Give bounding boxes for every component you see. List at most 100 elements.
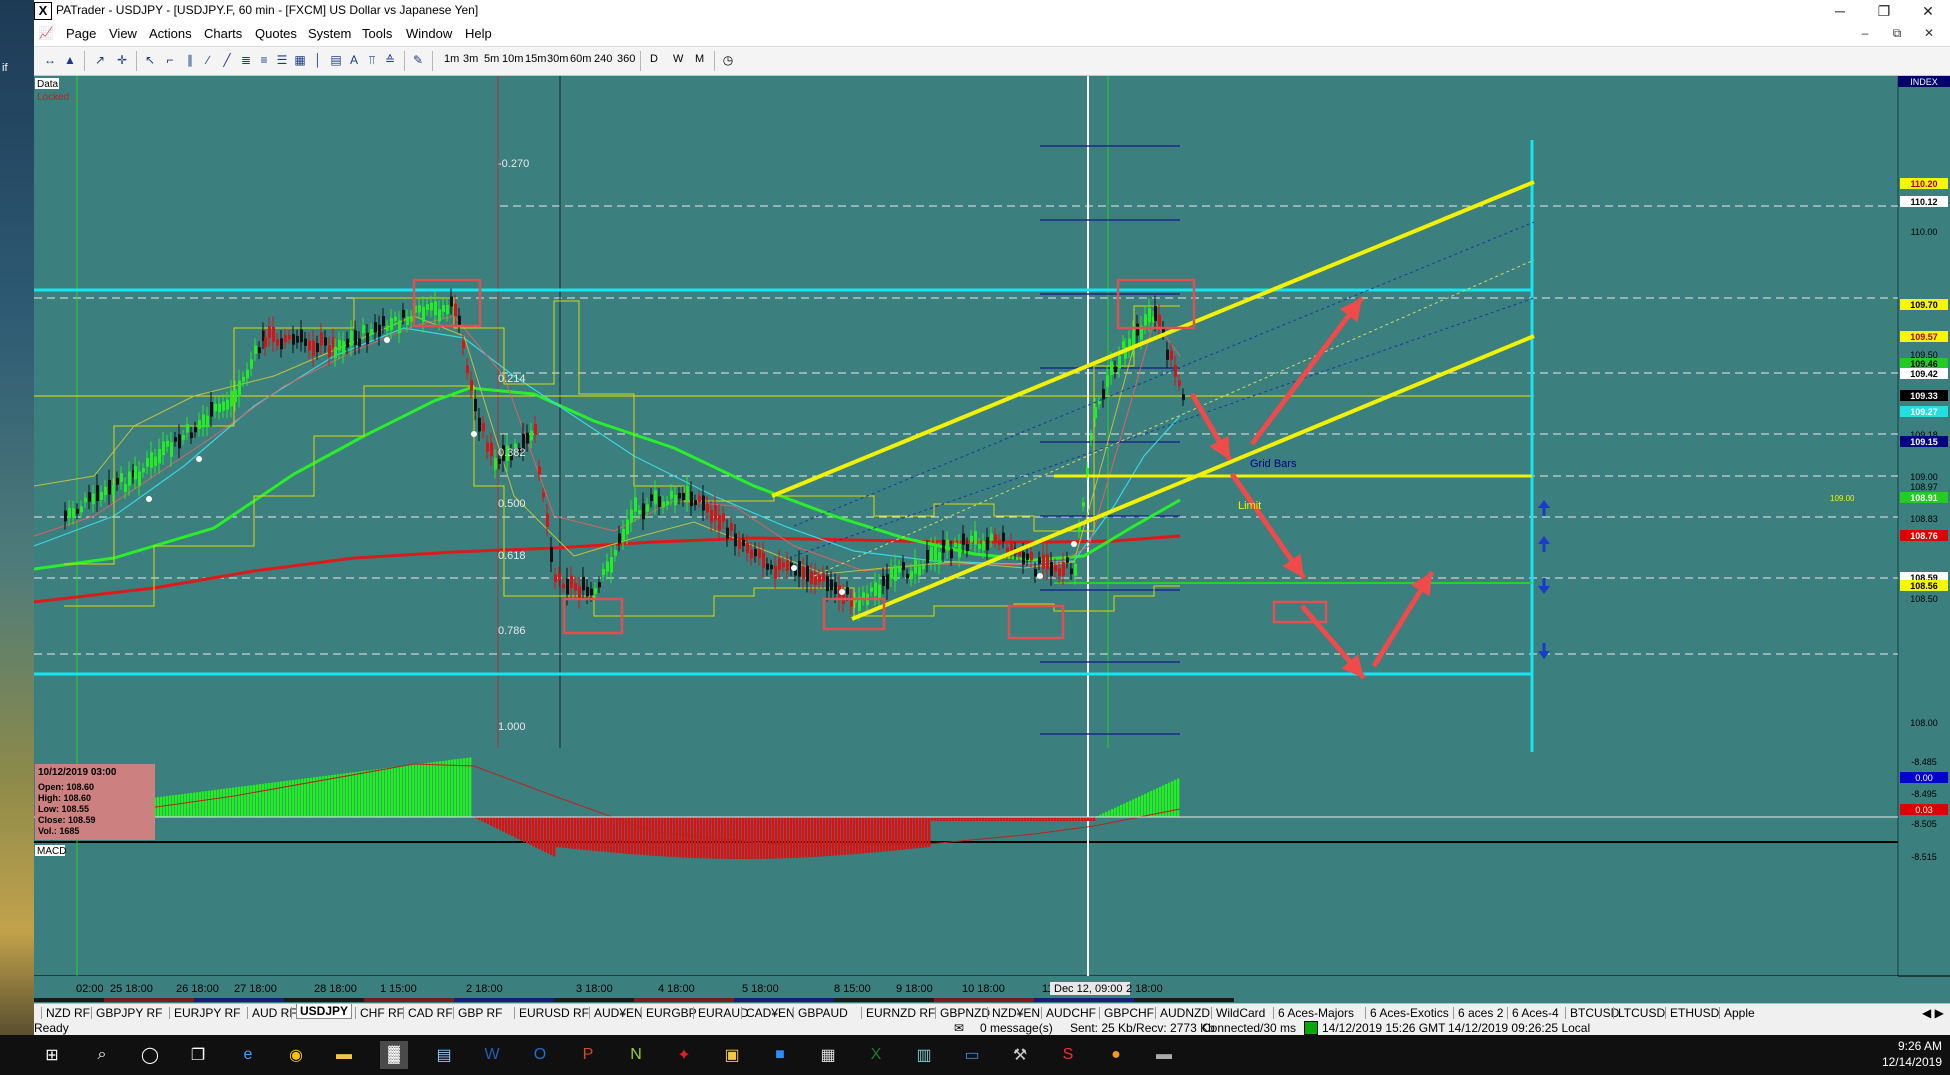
tab-scroll-arrows-icon[interactable]: ◀ ▶ bbox=[1922, 1006, 1944, 1020]
crosshair-icon[interactable]: ✛ bbox=[114, 52, 130, 68]
symbol-tab-apple[interactable]: Apple bbox=[1724, 1006, 1755, 1020]
timeframe-60m[interactable]: 60m bbox=[570, 53, 591, 65]
symbol-tab-wildcard[interactable]: WildCard bbox=[1216, 1006, 1265, 1020]
timeframe-weekly[interactable]: W bbox=[673, 53, 683, 65]
notepad-icon[interactable]: ▤ bbox=[430, 1041, 458, 1069]
symbol-tab-eurgbp[interactable]: EURGBP bbox=[646, 1006, 697, 1020]
pointer-icon[interactable]: ↖ bbox=[142, 52, 158, 68]
symbol-tab-aud-en[interactable]: AUD¥EN bbox=[594, 1006, 643, 1020]
ray-tool-icon[interactable]: ╱ bbox=[219, 52, 235, 68]
snagit-icon[interactable]: S bbox=[1054, 1041, 1082, 1069]
cortana-icon[interactable]: ◯ bbox=[136, 1041, 164, 1069]
symbol-tab-nzd-en[interactable]: NZD¥EN bbox=[992, 1006, 1040, 1020]
folder-icon[interactable]: ▣ bbox=[718, 1041, 746, 1069]
timeframe-240[interactable]: 240 bbox=[594, 53, 612, 65]
grid-tool-icon[interactable]: ▤ bbox=[328, 52, 344, 68]
menu-tools[interactable]: Tools bbox=[362, 26, 392, 41]
fib-fan-icon[interactable]: ≣ bbox=[238, 52, 254, 68]
text-tool-icon[interactable]: A bbox=[346, 52, 362, 68]
symbol-tab-audnzd[interactable]: AUDNZD bbox=[1160, 1006, 1210, 1020]
menu-charts[interactable]: Charts bbox=[204, 26, 242, 41]
trendline-icon[interactable]: ∕ bbox=[200, 52, 216, 68]
mdi-minimize-icon[interactable]: – bbox=[1854, 26, 1876, 40]
data-label[interactable]: Data bbox=[37, 79, 59, 90]
timeframe-360[interactable]: 360 bbox=[617, 53, 635, 65]
file-explorer-icon[interactable]: ▬ bbox=[330, 1041, 358, 1069]
symbol-tab-gbpaud[interactable]: GBPAUD bbox=[798, 1006, 848, 1020]
timeframe-10m[interactable]: 10m bbox=[502, 53, 523, 65]
symbol-tab-chf-rf[interactable]: CHF RF bbox=[360, 1006, 404, 1020]
channel-tool-icon[interactable]: ∥ bbox=[182, 52, 198, 68]
zoom-icon[interactable]: ■ bbox=[766, 1041, 794, 1069]
fib-retracement-icon[interactable]: ≡ bbox=[256, 52, 272, 68]
trading-app-icon[interactable]: ▥ bbox=[910, 1041, 938, 1069]
fib-extension-icon[interactable]: ☰ bbox=[274, 52, 290, 68]
move-icon[interactable]: ↔ bbox=[42, 52, 58, 68]
symbol-tab-gbpjpy-rf[interactable]: GBPJPY RF bbox=[96, 1006, 162, 1020]
symbol-tab-gbpnzd[interactable]: GBPNZD bbox=[940, 1006, 990, 1020]
word-icon[interactable]: W bbox=[478, 1041, 506, 1069]
chrome-icon[interactable]: ◉ bbox=[282, 1041, 310, 1069]
chart-area[interactable]: 110.00 109.50 109.18 109.00 108.97 108.83 108.… bbox=[34, 76, 1950, 1003]
symbol-tab-eurusd-rf[interactable]: EURUSD RF bbox=[519, 1006, 589, 1020]
timeframe-5m[interactable]: 5m bbox=[484, 53, 499, 65]
order-icon[interactable]: ▲ bbox=[62, 52, 78, 68]
symbol-tab-eurnzd-rf[interactable]: EURNZD RF bbox=[866, 1006, 935, 1020]
clock-icon[interactable]: ◷ bbox=[720, 52, 736, 68]
draw-pencil-icon[interactable]: ✎ bbox=[410, 52, 426, 68]
page-icon[interactable]: 📈 bbox=[38, 25, 54, 41]
symbol-tab-6-aces-majors[interactable]: 6 Aces-Majors bbox=[1278, 1006, 1354, 1020]
symbol-tab-6-aces-4[interactable]: 6 Aces-4 bbox=[1512, 1006, 1559, 1020]
menu-actions[interactable]: Actions bbox=[149, 26, 192, 41]
chart-icon[interactable]: ↗ bbox=[92, 52, 108, 68]
symbol-tab-ltcusd[interactable]: LTCUSD bbox=[1618, 1006, 1665, 1020]
red-app-icon[interactable]: ✦ bbox=[670, 1041, 698, 1069]
symbol-tab-gbp-rf[interactable]: GBP RF bbox=[458, 1006, 502, 1020]
edge-browser-icon[interactable]: e bbox=[234, 1041, 262, 1069]
mdi-close-icon[interactable]: ✕ bbox=[1918, 26, 1940, 40]
menu-system[interactable]: System bbox=[308, 26, 351, 41]
symbol-tab-cad-en[interactable]: CAD¥EN bbox=[746, 1006, 795, 1020]
symbol-tab-nzd-rf[interactable]: NZD RF bbox=[46, 1006, 90, 1020]
restore-icon[interactable]: ❐ bbox=[1862, 0, 1906, 22]
menu-page[interactable]: Page bbox=[66, 26, 96, 41]
tool-app-icon[interactable]: ⚒ bbox=[1006, 1041, 1034, 1069]
symbol-tab-cad-rf[interactable]: CAD RF bbox=[408, 1006, 453, 1020]
windows-start-icon[interactable]: ⊞ bbox=[38, 1041, 66, 1069]
symbol-tab-gbpchf[interactable]: GBPCHF bbox=[1104, 1006, 1154, 1020]
symbol-tab-audchf[interactable]: AUDCHF bbox=[1046, 1006, 1096, 1020]
close-icon[interactable]: ✕ bbox=[1906, 0, 1950, 22]
timeframe-30m[interactable]: 30m bbox=[547, 53, 568, 65]
minimize-icon[interactable]: ─ bbox=[1818, 0, 1862, 22]
timeframe-15m[interactable]: 15m bbox=[525, 53, 546, 65]
desktop-app-icon[interactable]: ▭ bbox=[958, 1041, 986, 1069]
calculator-icon[interactable]: ▦ bbox=[814, 1041, 842, 1069]
symbol-tab-eurjpy-rf[interactable]: EURJPY RF bbox=[174, 1006, 240, 1020]
arrow-tool-icon[interactable]: ≙ bbox=[382, 52, 398, 68]
search-icon[interactable]: ⌕ bbox=[88, 1041, 116, 1069]
symbol-tab-btcusd[interactable]: BTCUSD bbox=[1570, 1006, 1619, 1020]
menu-window[interactable]: Window bbox=[406, 26, 452, 41]
excel-icon[interactable]: X bbox=[862, 1041, 890, 1069]
pitchfork-icon[interactable]: ⫪ bbox=[364, 52, 380, 68]
orange-app-icon[interactable]: ● bbox=[1102, 1041, 1130, 1069]
ninjatrader-icon[interactable]: N bbox=[622, 1041, 650, 1069]
menu-help[interactable]: Help bbox=[465, 26, 492, 41]
symbol-tab-ethusd[interactable]: ETHUSD bbox=[1670, 1006, 1719, 1020]
timeframe-1m[interactable]: 1m bbox=[444, 53, 459, 65]
symbol-tab-6-aces-exotics[interactable]: 6 Aces-Exotics bbox=[1370, 1006, 1449, 1020]
price-chart[interactable]: 110.00109.50109.18109.00108.97108.83108.… bbox=[34, 76, 1950, 1003]
line-tool-icon[interactable]: ⌐ bbox=[162, 52, 178, 68]
task-view-icon[interactable]: ❐ bbox=[184, 1041, 212, 1069]
menu-view[interactable]: View bbox=[109, 26, 137, 41]
gann-icon[interactable]: ▦ bbox=[292, 52, 308, 68]
timeframe-daily[interactable]: D bbox=[650, 53, 658, 65]
patrader-app-icon[interactable]: ▓ bbox=[380, 1041, 408, 1069]
timeframe-3m[interactable]: 3m bbox=[463, 53, 478, 65]
status-messages[interactable]: 0 message(s) bbox=[980, 1021, 1053, 1035]
symbol-tab-6-aces-2[interactable]: 6 aces 2 bbox=[1458, 1006, 1503, 1020]
cycle-tool-icon[interactable]: │ bbox=[310, 52, 326, 68]
powerpoint-icon[interactable]: P bbox=[574, 1041, 602, 1069]
timeframe-monthly[interactable]: M bbox=[695, 53, 704, 65]
menu-quotes[interactable]: Quotes bbox=[255, 26, 297, 41]
